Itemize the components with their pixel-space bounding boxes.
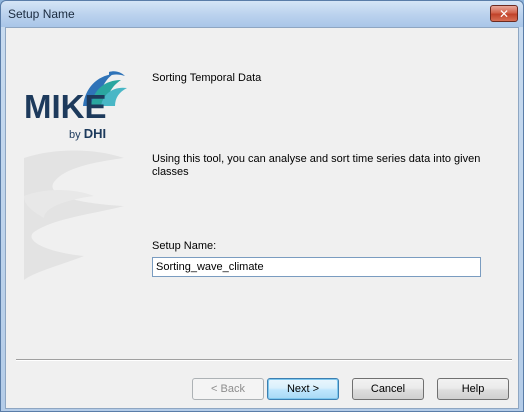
wave-watermark-icon xyxy=(24,150,124,280)
logo-brand-text: MIKE xyxy=(24,88,107,125)
divider xyxy=(16,359,512,361)
logo-byline: by DHI xyxy=(69,126,106,141)
close-icon: ✕ xyxy=(498,6,510,21)
page-heading: Sorting Temporal Data xyxy=(152,72,262,84)
mike-logo: MIKE by DHI xyxy=(24,68,127,148)
close-button[interactable]: ✕ xyxy=(490,5,518,22)
setup-name-dialog: Setup Name ✕ MIKE by DHI Sorting Tempora… xyxy=(0,0,524,412)
next-button[interactable]: Next > xyxy=(267,378,339,400)
title-bar[interactable]: Setup Name ✕ xyxy=(1,1,523,27)
window-title: Setup Name xyxy=(8,7,75,21)
dialog-body: MIKE by DHI Sorting Temporal Data Using … xyxy=(5,27,519,409)
setup-name-label: Setup Name: xyxy=(152,240,217,252)
setup-name-input[interactable] xyxy=(152,257,481,277)
logo-by-text: by xyxy=(69,129,81,141)
page-description: Using this tool, you can analyse and sor… xyxy=(152,153,481,178)
cancel-button[interactable]: Cancel xyxy=(352,378,424,400)
back-button[interactable]: < Back xyxy=(192,378,264,400)
logo-company-text: DHI xyxy=(83,126,107,141)
help-button[interactable]: Help xyxy=(437,378,509,400)
